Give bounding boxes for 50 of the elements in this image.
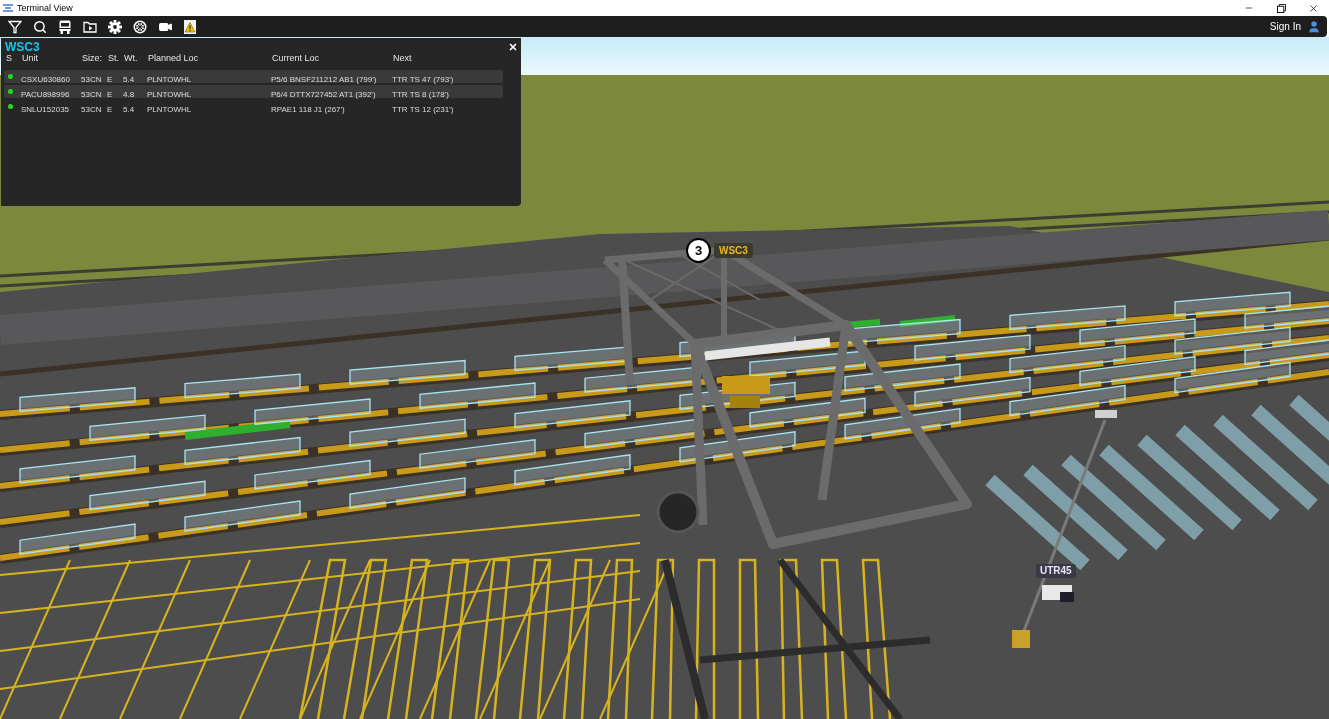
table-row[interactable]: SNLU152035 53CN E 5.4 PLNTOWHL RPAE1 118 J1 (267') TTR TS 12 (231') bbox=[4, 100, 503, 113]
vehicle-label[interactable]: UTR45 bbox=[1036, 564, 1076, 578]
table-cell: E bbox=[107, 104, 113, 114]
table-cell: 53CN bbox=[81, 89, 102, 99]
column-header: Current Loc bbox=[272, 53, 320, 63]
table-cell: 5.4 bbox=[123, 74, 135, 84]
column-header: Wt. bbox=[124, 53, 138, 63]
folder-play-icon bbox=[83, 20, 97, 33]
column-header: Next bbox=[393, 53, 412, 63]
app-logo-icon bbox=[3, 4, 13, 12]
settings-icon bbox=[108, 19, 122, 34]
table-row[interactable]: CSXU630860 53CN E 5.4 PLNTOWHL P5/6 BNSF211212 AB1 (799') TTR TS 47 (793') bbox=[4, 70, 503, 83]
table-cell: TTR TS 12 (231') bbox=[392, 104, 454, 114]
table-cell: TTR TS 8 (178') bbox=[392, 89, 449, 99]
table-cell: TTR TS 47 (793') bbox=[392, 74, 454, 84]
table-cell: P5/6 BNSF211212 AB1 (799') bbox=[271, 74, 377, 84]
user-icon bbox=[1307, 19, 1321, 34]
table-cell: E bbox=[107, 89, 113, 99]
close-icon bbox=[508, 42, 518, 52]
table-cell: CSXU630860 bbox=[21, 74, 70, 84]
sign-in-link[interactable]: Sign In bbox=[1269, 21, 1301, 32]
table-cell: 4.8 bbox=[123, 89, 135, 99]
column-header: Planned Loc bbox=[148, 53, 199, 63]
table-row[interactable]: PACU898996 53CN E 4.8 PLNTOWHL P6/4 DTTX727452 AT1 (392') TTR TS 8 (178') bbox=[4, 85, 503, 98]
crane-label[interactable]: WSC3 bbox=[714, 243, 753, 258]
table-cell: PACU898996 bbox=[21, 89, 70, 99]
window-title: Terminal View bbox=[17, 3, 73, 13]
table-cell: 53CN bbox=[81, 104, 102, 114]
table-cell: PLNTOWHL bbox=[147, 104, 192, 114]
table-cell: PLNTOWHL bbox=[147, 74, 192, 84]
table-cell: SNLU152035 bbox=[21, 104, 70, 114]
column-header: Unit bbox=[22, 53, 38, 63]
close-panel-button[interactable] bbox=[508, 42, 518, 52]
column-header: St. bbox=[108, 53, 119, 63]
table-cell: 53CN bbox=[81, 74, 102, 84]
table-cell: RPAE1 118 J1 (267') bbox=[271, 104, 345, 114]
column-header: Size: bbox=[82, 53, 102, 63]
search-icon bbox=[33, 19, 47, 34]
table-cell: P6/4 DTTX727452 AT1 (392') bbox=[271, 89, 376, 99]
table-cell: E bbox=[107, 74, 113, 84]
panel-title: WSC3 bbox=[5, 40, 40, 54]
warning-icon bbox=[184, 19, 196, 34]
filter-icon bbox=[8, 19, 22, 34]
restore-icon bbox=[1276, 3, 1286, 13]
table-cell: 5.4 bbox=[123, 104, 135, 114]
train-icon bbox=[59, 19, 71, 34]
column-header: S bbox=[6, 53, 12, 63]
close-icon bbox=[1307, 2, 1319, 14]
wheel-icon bbox=[133, 19, 147, 34]
table-cell: PLNTOWHL bbox=[147, 89, 192, 99]
